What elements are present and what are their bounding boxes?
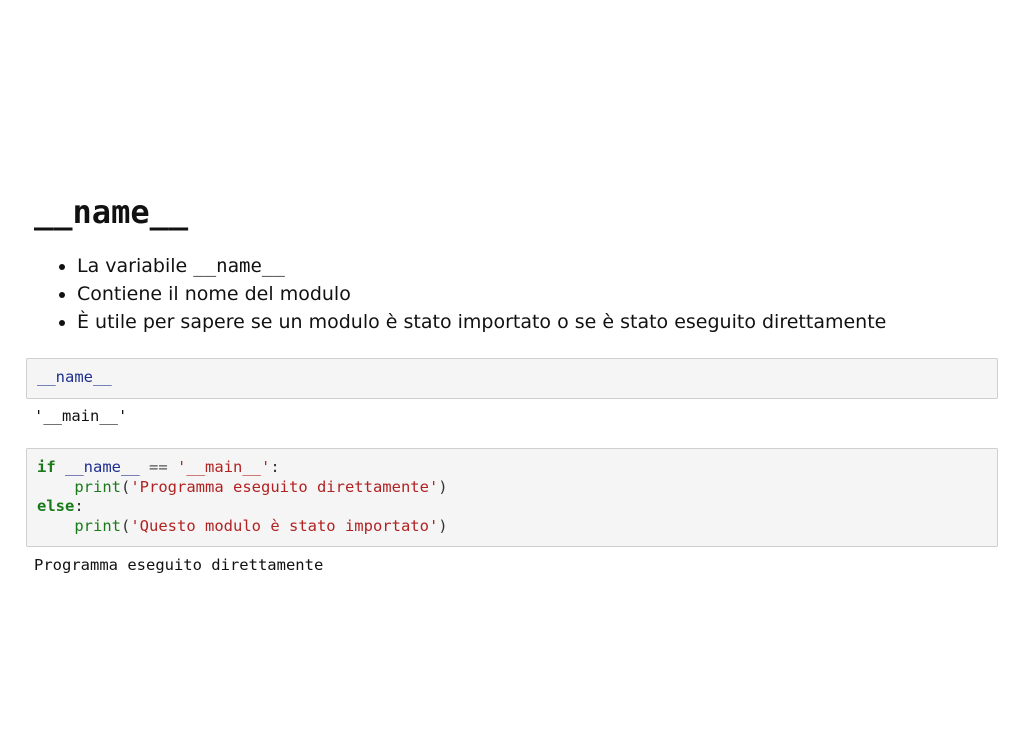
code-punct: : bbox=[74, 497, 84, 515]
slide: __name__ La variabile __name__ Contiene … bbox=[0, 0, 1024, 747]
code-punct: ( bbox=[121, 477, 131, 496]
bullet-item: La variabile __name__ bbox=[77, 252, 886, 280]
code-name: __name__ bbox=[65, 458, 140, 476]
slide-title: __name__ bbox=[34, 193, 189, 231]
code-cell-output: Programma eseguito direttamente bbox=[34, 556, 324, 574]
code-builtin: print bbox=[74, 477, 121, 496]
code-builtin: print bbox=[74, 516, 121, 535]
code-cell-input[interactable]: if __name__ == '__main__': print('Progra… bbox=[26, 448, 998, 547]
code-keyword: else bbox=[37, 497, 75, 515]
code-punct: ) bbox=[438, 477, 448, 496]
bullet-list: La variabile __name__ Contiene il nome d… bbox=[40, 252, 886, 336]
code-string: 'Questo modulo è stato importato' bbox=[130, 516, 439, 535]
bullet-text: La variabile bbox=[77, 255, 194, 277]
code-cell-output: '__main__' bbox=[34, 407, 128, 425]
bullet-text: È utile per sapere se un modulo è stato … bbox=[77, 311, 887, 333]
code-operator: == bbox=[149, 458, 168, 476]
code-punct: ) bbox=[438, 516, 448, 535]
bullet-item: È utile per sapere se un modulo è stato … bbox=[77, 308, 886, 336]
code-name: __name__ bbox=[37, 368, 112, 386]
code-punct: ( bbox=[121, 516, 131, 535]
code-cell-input[interactable]: __name__ bbox=[26, 358, 998, 399]
bullet-code: __name__ bbox=[193, 255, 285, 277]
bullet-item: Contiene il nome del modulo bbox=[77, 280, 886, 308]
code-keyword: if bbox=[37, 458, 56, 476]
code-string: 'Programma eseguito direttamente' bbox=[130, 477, 439, 496]
code-string: '__main__' bbox=[177, 458, 271, 476]
bullet-text: Contiene il nome del modulo bbox=[77, 283, 351, 305]
code-punct: : bbox=[270, 458, 280, 476]
